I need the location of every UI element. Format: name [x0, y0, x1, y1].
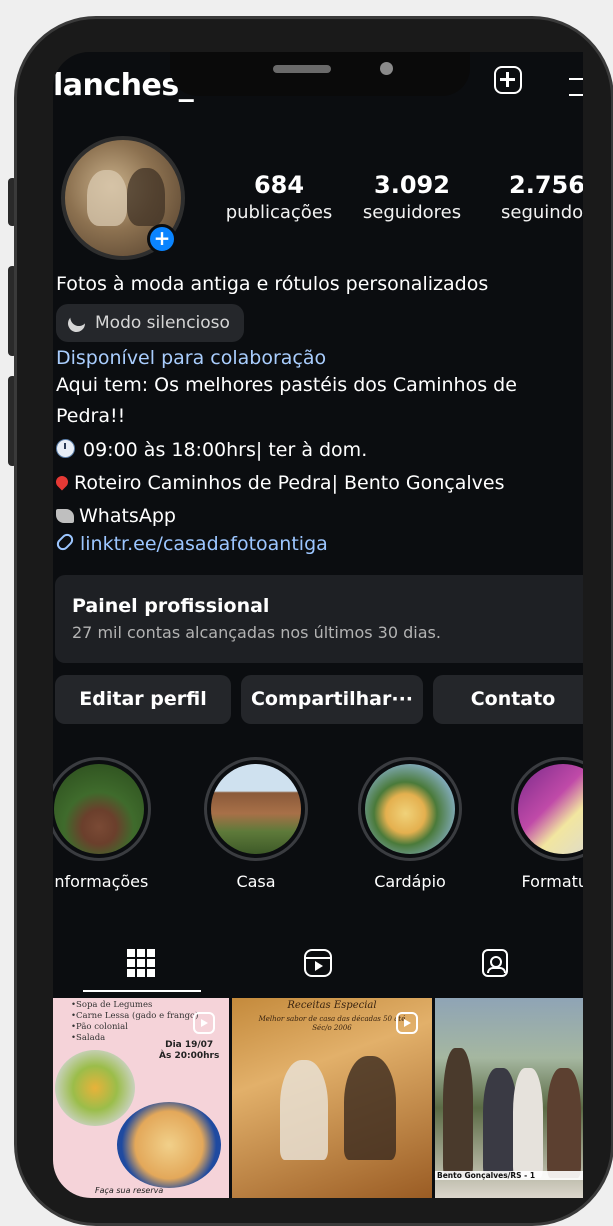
bio-category: Fotos à moda antiga e rótulos personaliz… [56, 273, 489, 295]
profile-tabs [53, 932, 583, 994]
reels-icon [304, 949, 332, 977]
bio-hours-text: 09:00 às 18:00hrs| ter à dom. [83, 439, 368, 461]
post-3-person-2 [483, 1068, 517, 1178]
highlight-casa-image [211, 764, 301, 854]
active-tab-indicator [83, 990, 201, 992]
clock-icon [56, 439, 75, 458]
stat-followers-count: 3.092 [374, 171, 450, 199]
post-3-caption: Bento Gonçalves/RS - 1 [435, 1171, 583, 1180]
post-2-person-right [344, 1056, 396, 1160]
bio-availability[interactable]: Disponível para colaboração [56, 346, 326, 371]
highlight-info-ring [53, 757, 151, 861]
post-thumbnail-2[interactable]: Receitas Especial Melhor sabor de casa d… [232, 998, 432, 1198]
avatar-person-right [127, 168, 165, 226]
highlight-info[interactable]: Informações [53, 757, 157, 891]
grid-icon [127, 949, 155, 977]
post-1-soup-image [55, 1050, 135, 1126]
stat-posts[interactable]: 684 publicações [217, 170, 341, 226]
bio-line-1: Aqui tem: Os melhores pastéis dos Caminh… [56, 374, 517, 396]
speaker-grille [273, 65, 331, 73]
moon-icon [65, 311, 88, 334]
post-3-person-4 [547, 1068, 581, 1178]
stat-followers-label: seguidores [362, 202, 462, 223]
phone-icon [56, 509, 74, 523]
post-1-footer-text: Faça sua reserva [95, 1186, 164, 1195]
stat-following[interactable]: 2.756 seguindo [495, 170, 583, 226]
reel-badge-icon [193, 1012, 215, 1034]
highlight-casa-label: Casa [236, 872, 276, 891]
stat-following-count: 2.756 [509, 171, 583, 199]
highlight-formatura-image [518, 764, 583, 854]
highlight-menu-image [365, 764, 455, 854]
dashboard-title: Painel profissional [72, 595, 270, 617]
professional-dashboard[interactable]: Painel profissional 27 mil contas alcanç… [55, 575, 583, 663]
highlight-casa[interactable]: Casa [198, 757, 314, 891]
post-thumbnail-3[interactable]: Bento Gonçalves/RS - 1 [435, 998, 583, 1198]
create-post-icon[interactable] [494, 66, 522, 94]
stat-posts-count: 684 [253, 171, 305, 199]
reel-badge-icon [396, 1012, 418, 1034]
bio-location-text: Roteiro Caminhos de Pedra| Bento Gonçalv… [74, 472, 505, 494]
bio-line-2: Pedra!! [56, 405, 126, 427]
stat-posts-label: publicações [225, 202, 333, 223]
link-icon [54, 531, 76, 553]
post-thumbnail-1[interactable]: •Sopa de Legumes •Carne Lessa (gado e fr… [53, 998, 229, 1198]
tab-reels[interactable] [230, 932, 406, 994]
pin-icon [53, 473, 71, 491]
silent-mode-label: Modo silencioso [95, 313, 230, 333]
highlight-menu[interactable]: Cardápio [352, 757, 468, 891]
post-3-person-3 [513, 1068, 543, 1178]
post-1-pasta-image [117, 1102, 221, 1188]
contact-button[interactable]: Contato [433, 675, 583, 724]
stat-followers[interactable]: 3.092 seguidores [353, 170, 471, 226]
highlight-formatura-ring [511, 757, 583, 861]
front-camera [380, 62, 393, 75]
tab-tagged[interactable] [407, 932, 583, 994]
highlight-formatura-label: Formatura [521, 872, 583, 891]
bio-link[interactable]: linktr.ee/casadafotoantiga [54, 531, 328, 557]
bio-whatsapp-text: WhatsApp [79, 505, 176, 527]
highlight-info-image [54, 764, 144, 854]
menu-icon[interactable] [569, 78, 583, 96]
highlight-info-label: Informações [53, 872, 149, 891]
tab-grid[interactable] [53, 932, 229, 994]
tagged-icon [482, 949, 508, 977]
bio-whatsapp: WhatsApp [56, 504, 176, 529]
dashboard-subtitle: 27 mil contas alcançadas nos últimos 30 … [72, 623, 441, 642]
phone-notch [170, 52, 470, 96]
share-profile-button[interactable]: Compartilhar··· [241, 675, 423, 724]
profile-screen: lanches_ + 684 publicações 3.092 seguido… [53, 52, 583, 1198]
highlight-formatura[interactable]: Formatura [505, 757, 583, 891]
add-story-icon[interactable]: + [147, 224, 177, 254]
post-1-date-text: Dia 19/07 Às 20:00hrs [159, 1040, 220, 1061]
post-3-person-1 [443, 1048, 473, 1178]
silent-mode-chip[interactable]: Modo silencioso [56, 304, 244, 342]
bio-location: Roteiro Caminhos de Pedra| Bento Gonçalv… [53, 471, 505, 496]
stat-following-label: seguindo [501, 202, 583, 223]
highlight-menu-label: Cardápio [374, 872, 446, 891]
edit-profile-button[interactable]: Editar perfil [55, 675, 231, 724]
bio-link-text: linktr.ee/casadafotoantiga [80, 533, 328, 555]
highlight-casa-ring [204, 757, 308, 861]
post-1-menu-text: •Sopa de Legumes •Carne Lessa (gado e fr… [71, 1000, 199, 1043]
post-2-person-left [280, 1060, 328, 1160]
highlight-menu-ring [358, 757, 462, 861]
bio-hours: 09:00 às 18:00hrs| ter à dom. [56, 438, 367, 463]
post-2-title: Receitas Especial [287, 1000, 377, 1011]
avatar-person-left [87, 170, 127, 226]
